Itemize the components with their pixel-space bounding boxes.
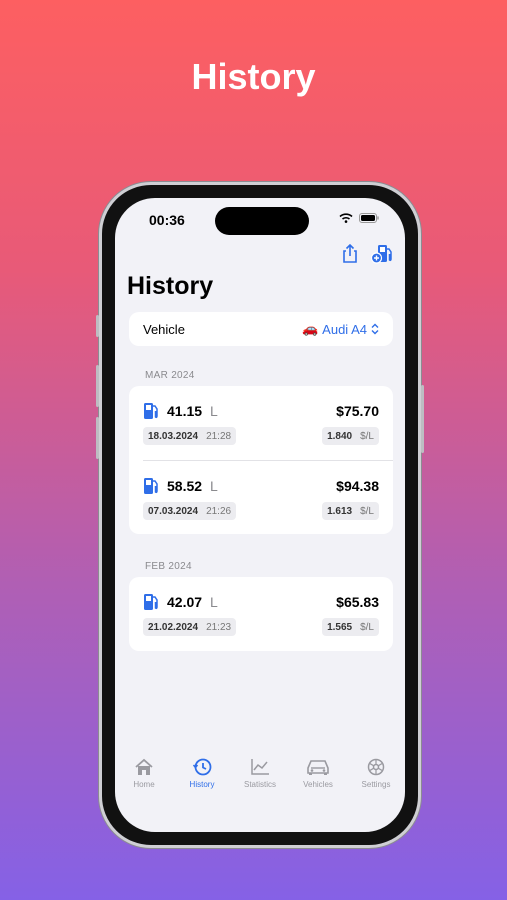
car-emoji-icon: 🚗 xyxy=(301,321,319,336)
tab-label: Vehicles xyxy=(303,780,333,789)
dynamic-island xyxy=(215,207,309,235)
tab-label: Settings xyxy=(361,780,391,789)
power-button xyxy=(421,385,424,453)
rate-unit: $/L xyxy=(360,430,374,442)
vehicle-label: Vehicle xyxy=(143,321,185,337)
liters-value: 58.52 xyxy=(167,478,203,494)
entry-date: 18.03.2024 xyxy=(148,430,199,442)
entry-time: 21:26 xyxy=(206,505,232,517)
liters-unit: L xyxy=(210,594,218,610)
tab-label: Statistics xyxy=(243,780,276,789)
date-chip: 18.03.2024 21:28 xyxy=(143,427,237,445)
rate-unit: $/L xyxy=(360,621,374,633)
fuel-entry[interactable]: 41.15 L $75.70 18.03.2024 21:28 1.840 $/L xyxy=(129,386,393,460)
rate-value: 1.613 xyxy=(327,505,353,517)
entry-time: 21:28 xyxy=(206,430,232,442)
promo-headline: History xyxy=(191,56,316,97)
vehicle-value: Audi A4 xyxy=(322,321,367,337)
date-chip: 21.02.2024 21:23 xyxy=(143,618,237,636)
rate-chip: 1.565 $/L xyxy=(322,618,379,636)
rate-chip: 1.840 $/L xyxy=(322,427,379,445)
action-button xyxy=(96,315,99,337)
battery-icon xyxy=(359,213,379,223)
volume-down-button xyxy=(96,417,99,459)
share-icon[interactable] xyxy=(341,244,359,264)
fuel-pump-icon xyxy=(144,478,158,494)
fuel-entries-group: 41.15 L $75.70 18.03.2024 21:28 1.840 $/L xyxy=(129,386,393,534)
clock-icon xyxy=(192,758,212,776)
entry-time: 21:23 xyxy=(206,621,232,633)
add-fuel-icon[interactable] xyxy=(371,244,393,264)
tab-history[interactable]: History xyxy=(173,758,231,802)
price-value: $94.38 xyxy=(336,478,379,494)
liters-unit: L xyxy=(210,478,218,494)
section-header: FEB 2024 xyxy=(145,561,192,572)
car-icon xyxy=(307,760,329,775)
phone-frame: 00:36 History Vehicle 🚗 Audi A4 MAR 2024… xyxy=(96,182,424,848)
liters-value: 42.07 xyxy=(167,594,203,610)
fuel-pump-icon xyxy=(144,403,158,419)
tab-label: Home xyxy=(133,780,155,789)
chevron-up-down-icon xyxy=(371,323,379,335)
chart-icon xyxy=(251,759,269,775)
fuel-entries-group: 42.07 L $65.83 21.02.2024 21:23 1.565 $/L xyxy=(129,577,393,651)
vehicle-selector[interactable]: Vehicle 🚗 Audi A4 xyxy=(129,312,393,346)
fuel-pump-icon xyxy=(144,594,158,610)
tab-vehicles[interactable]: Vehicles xyxy=(289,758,347,802)
rate-unit: $/L xyxy=(360,505,374,517)
page-title: History xyxy=(127,272,214,300)
liters-value: 41.15 xyxy=(167,403,203,419)
app-screen: 00:36 History Vehicle 🚗 Audi A4 MAR 2024… xyxy=(115,198,405,832)
tab-label: History xyxy=(189,780,215,789)
tab-bar: Home History Statistics Vehicles Setting… xyxy=(115,758,405,802)
rate-chip: 1.613 $/L xyxy=(322,502,379,520)
tab-settings[interactable]: Settings xyxy=(347,758,405,802)
rate-value: 1.840 xyxy=(327,430,353,442)
price-value: $75.70 xyxy=(336,403,379,419)
gear-icon xyxy=(367,758,385,776)
status-time: 00:36 xyxy=(149,212,185,228)
volume-up-button xyxy=(96,365,99,407)
house-icon xyxy=(135,758,153,775)
tab-home[interactable]: Home xyxy=(115,758,173,802)
price-value: $65.83 xyxy=(336,594,379,610)
liters-unit: L xyxy=(210,403,218,419)
tab-statistics[interactable]: Statistics xyxy=(231,758,289,802)
section-header: MAR 2024 xyxy=(145,370,195,381)
wifi-icon xyxy=(339,213,353,223)
fuel-entry[interactable]: 58.52 L $94.38 07.03.2024 21:26 1.613 $/L xyxy=(143,460,393,534)
status-bar: 00:36 xyxy=(115,198,405,242)
rate-value: 1.565 xyxy=(327,621,353,633)
fuel-entry[interactable]: 42.07 L $65.83 21.02.2024 21:23 1.565 $/L xyxy=(129,577,393,651)
entry-date: 21.02.2024 xyxy=(148,621,199,633)
entry-date: 07.03.2024 xyxy=(148,505,199,517)
date-chip: 07.03.2024 21:26 xyxy=(143,502,237,520)
